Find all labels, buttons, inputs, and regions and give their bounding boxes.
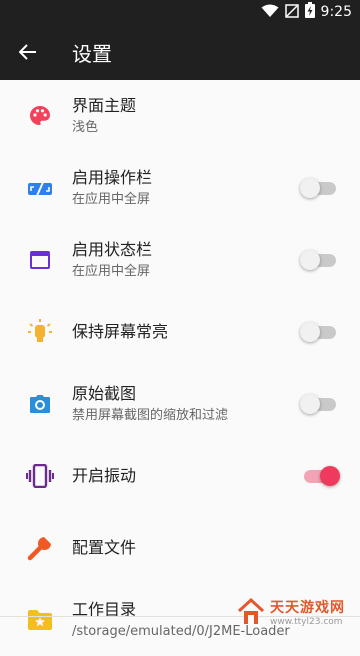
action-bar-switch[interactable] [300, 178, 338, 198]
aspect-ratio-icon [24, 172, 56, 204]
setting-subtitle: 禁用屏幕截图的缩放和过滤 [72, 408, 229, 423]
status-bar-switch[interactable] [300, 250, 338, 270]
setting-vibration[interactable]: 开启振动 [0, 440, 360, 512]
window-icon [24, 244, 56, 276]
vibration-icon [24, 460, 56, 492]
status-icons: 9:25 [261, 0, 352, 24]
setting-status-bar[interactable]: 启用状态栏 在应用中全屏 [0, 224, 360, 296]
raw-screenshot-switch[interactable] [300, 394, 338, 414]
toolbar: 设置 [0, 24, 360, 80]
switch-thumb [300, 322, 320, 342]
switch-thumb [300, 178, 320, 198]
vibration-switch[interactable] [302, 466, 340, 486]
page-title: 设置 [72, 41, 112, 66]
back-button[interactable] [0, 24, 56, 80]
setting-subtitle: 在应用中全屏 [72, 264, 151, 279]
signal-off-icon [284, 3, 299, 22]
setting-action-bar[interactable]: 启用操作栏 在应用中全屏 [0, 152, 360, 224]
keep-screen-on-switch[interactable] [300, 322, 338, 342]
switch-thumb [300, 250, 320, 270]
setting-title: 原始截图 [72, 384, 137, 403]
lightbulb-icon [24, 316, 56, 348]
house-logo-icon [236, 597, 266, 631]
folder-star-icon [24, 604, 56, 636]
setting-title: 界面主题 [72, 96, 137, 115]
switch-thumb [300, 394, 320, 414]
setting-profiles[interactable]: 配置文件 [0, 512, 360, 584]
palette-icon [24, 100, 56, 132]
status-bar: 9:25 [0, 0, 360, 24]
setting-subtitle: 在应用中全屏 [72, 192, 151, 207]
status-time: 9:25 [320, 4, 352, 20]
battery-charging-icon [304, 2, 315, 22]
setting-title: 开启振动 [72, 466, 137, 485]
wifi-icon [261, 3, 279, 22]
watermark-url: www.ttyl23.com [270, 617, 343, 627]
watermark-title: 天天游戏网 [270, 600, 345, 616]
setting-title: 启用操作栏 [72, 168, 153, 187]
setting-title: 配置文件 [72, 538, 137, 557]
setting-title: 保持屏幕常亮 [72, 322, 169, 341]
watermark: 天天游戏网 www.ttyl23.com [236, 594, 354, 634]
arrow-back-icon [19, 44, 36, 60]
setting-subtitle: 浅色 [72, 120, 99, 135]
setting-theme[interactable]: 界面主题 浅色 [0, 80, 360, 152]
setting-raw-screenshot[interactable]: 原始截图 禁用屏幕截图的缩放和过滤 [0, 368, 360, 440]
camera-icon [24, 388, 56, 420]
wrench-icon [24, 532, 56, 564]
setting-keep-screen-on[interactable]: 保持屏幕常亮 [0, 296, 360, 368]
settings-list: 界面主题 浅色 启用操作栏 在应用中全屏 启用状态栏 在应用中全屏 保持屏幕常亮… [0, 80, 360, 656]
setting-title: 启用状态栏 [72, 240, 153, 259]
switch-thumb [320, 466, 340, 486]
